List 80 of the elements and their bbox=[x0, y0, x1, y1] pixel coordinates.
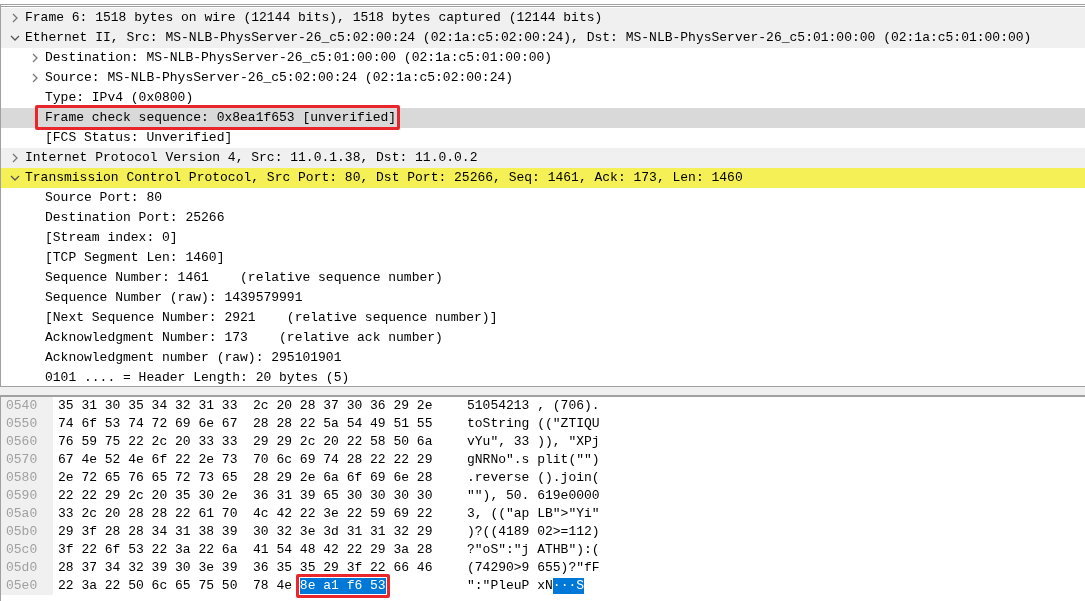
offset-label: 05b0 bbox=[1, 523, 53, 541]
tree-row[interactable]: [FCS Status: Unverified] bbox=[1, 128, 1085, 148]
ascii-text: gNRNo".s plit("") bbox=[467, 452, 600, 468]
tree-row[interactable]: Source Port: 80 bbox=[1, 188, 1085, 208]
tree-row[interactable]: Transmission Control Protocol, Src Port: 80, Dst Port: 25266, Seq: 1461, Ack: 173, Len: 1460 bbox=[1, 168, 1085, 188]
field-text: [FCS Status: Unverified] bbox=[45, 129, 233, 147]
ascii-text: ?"oS":"j ATHB"):( bbox=[467, 542, 600, 558]
offset-label: 0540 bbox=[1, 397, 53, 415]
field-text: Frame 6: 1518 bytes on wire (12144 bits), 1518 bytes captured (12144 bits) bbox=[25, 9, 603, 27]
field-text: Type: IPv4 (0x0800) bbox=[45, 89, 194, 107]
hex-bytes: 67 4e 52 4e 6f 22 2e 73 70 6c 69 74 28 22 22 29 bbox=[58, 452, 433, 468]
field-text: 0101 .... = Header Length: 20 bytes (5) bbox=[45, 369, 350, 387]
chevron-right-icon[interactable] bbox=[10, 153, 20, 163]
tree-row[interactable]: [Next Sequence Number: 2921 (relative sequence number)] bbox=[1, 308, 1085, 328]
ascii-text: (74290>9 655)?"fF bbox=[467, 560, 600, 576]
offset-label: 05c0 bbox=[1, 541, 53, 559]
offset-label: 05d0 bbox=[1, 559, 53, 577]
hex-bytes: 76 59 75 22 2c 20 33 33 29 29 2c 20 22 58 50 6a bbox=[58, 434, 433, 450]
field-text: Transmission Control Protocol, Src Port: 80, Dst Port: 25266, Seq: 1461, Ack: 173, Len: 1460 bbox=[25, 169, 743, 187]
tree-row[interactable]: Type: IPv4 (0x0800) bbox=[1, 88, 1085, 108]
tree-row[interactable]: Acknowledgment number (raw): 295101901 bbox=[1, 348, 1085, 368]
offset-label: 0560 bbox=[1, 433, 53, 451]
hex-bytes: 29 3f 28 28 34 31 38 39 30 32 3e 3d 31 31 32 29 bbox=[58, 524, 433, 540]
field-text: Acknowledgment Number: 173 (relative ack number) bbox=[45, 329, 443, 347]
ascii-text: .reverse ().join( bbox=[467, 470, 600, 486]
hex-bytes: 33 2c 20 28 28 22 61 70 4c 42 22 3e 22 59 69 22 bbox=[58, 506, 433, 522]
ascii-text: 51054213 , (706). bbox=[467, 398, 600, 414]
hex-bytes: 22 22 29 2c 20 35 30 2e 36 31 39 65 30 30 30 30 bbox=[58, 488, 433, 504]
field-text: Frame check sequence: 0x8ea1f653 [unverified] bbox=[45, 109, 397, 127]
ascii-text: ···S bbox=[552, 578, 585, 594]
tree-row[interactable]: Source: MS-NLB-PhysServer-26_c5:02:00:24 (02:1a:c5:02:00:24) bbox=[1, 68, 1085, 88]
offset-label: 0590 bbox=[1, 487, 53, 505]
field-text: Sequence Number (raw): 1439579991 bbox=[45, 289, 303, 307]
ascii-text: 3, (("ap LB">"Yi" bbox=[467, 506, 600, 522]
chevron-down-icon[interactable] bbox=[10, 33, 20, 43]
chevron-right-icon[interactable] bbox=[10, 13, 20, 23]
ascii-text: ""), 50. 619e0000 bbox=[467, 488, 600, 504]
tree-row[interactable]: Frame check sequence: 0x8ea1f653 [unverified] bbox=[1, 108, 1085, 128]
tree-row[interactable]: Sequence Number (raw): 1439579991 bbox=[1, 288, 1085, 308]
tree-row[interactable]: Destination: MS-NLB-PhysServer-26_c5:01:00:00 (02:1a:c5:01:00:00) bbox=[1, 48, 1085, 68]
field-text: [Next Sequence Number: 2921 (relative sequence number)] bbox=[45, 309, 498, 327]
field-text: Internet Protocol Version 4, Src: 11.0.1.38, Dst: 11.0.0.2 bbox=[25, 149, 478, 167]
tree-row[interactable]: Internet Protocol Version 4, Src: 11.0.1.38, Dst: 11.0.0.2 bbox=[1, 148, 1085, 168]
ascii-text: ":"PleuP xN bbox=[467, 578, 553, 594]
tree-row[interactable]: Sequence Number: 1461 (relative sequence number) bbox=[1, 268, 1085, 288]
ascii-text: toString (("ZTIQU bbox=[467, 416, 600, 432]
field-text: Acknowledgment number (raw): 295101901 bbox=[45, 349, 342, 367]
pane-splitter[interactable] bbox=[0, 386, 1085, 397]
tree-row[interactable]: [TCP Segment Len: 1460] bbox=[1, 248, 1085, 268]
hex-bytes: 3f 22 6f 53 22 3a 22 6a 41 54 48 42 22 29 3a 28 bbox=[58, 542, 433, 558]
field-text: Destination Port: 25266 bbox=[45, 209, 225, 227]
offset-label: 0550 bbox=[1, 415, 53, 433]
offset-label: 0570 bbox=[1, 451, 53, 469]
offset-label: 05a0 bbox=[1, 505, 53, 523]
hex-bytes: 22 3a 22 50 6c 65 75 50 78 4e bbox=[58, 578, 294, 594]
field-text: [Stream index: 0] bbox=[45, 229, 178, 247]
offset-label: 05e0 bbox=[1, 577, 53, 595]
hex-bytes: 35 31 30 35 34 32 31 33 2c 20 28 37 30 36 29 2e bbox=[58, 398, 433, 414]
chevron-right-icon[interactable] bbox=[30, 73, 40, 83]
field-text: Sequence Number: 1461 (relative sequence number) bbox=[45, 269, 443, 287]
hex-bytes: 28 37 34 32 39 30 3e 39 36 35 35 29 3f 22 66 46 bbox=[58, 560, 433, 576]
tree-row[interactable]: Destination Port: 25266 bbox=[1, 208, 1085, 228]
field-text: [TCP Segment Len: 1460] bbox=[45, 249, 225, 267]
field-text: Source Port: 80 bbox=[45, 189, 163, 207]
tree-row[interactable]: [Stream index: 0] bbox=[1, 228, 1085, 248]
hex-bytes: 74 6f 53 74 72 69 6e 67 28 28 22 5a 54 49 51 55 bbox=[58, 416, 433, 432]
field-text: Source: MS-NLB-PhysServer-26_c5:02:00:24 (02:1a:c5:02:00:24) bbox=[45, 69, 514, 87]
field-text: Ethernet II, Src: MS-NLB-PhysServer-26_c5:02:00:24 (02:1a:c5:02:00:24), Dst: MS-NLB-PhysServer-26_c5:01:00:00 (02:1a:c5:01:00:00) bbox=[25, 29, 1032, 47]
tree-row[interactable]: Acknowledgment Number: 173 (relative ack number) bbox=[1, 328, 1085, 348]
tree-row[interactable]: Ethernet II, Src: MS-NLB-PhysServer-26_c5:02:00:24 (02:1a:c5:02:00:24), Dst: MS-NLB-PhysServer-26_c5:01:00:00 (02:1a:c5:01:00:00) bbox=[1, 28, 1085, 48]
ascii-text: )?((4189 02>=112) bbox=[467, 524, 600, 540]
chevron-down-icon[interactable] bbox=[10, 173, 20, 183]
tree-row[interactable]: 0101 .... = Header Length: 20 bytes (5) bbox=[1, 368, 1085, 388]
field-text: Destination: MS-NLB-PhysServer-26_c5:01:00:00 (02:1a:c5:01:00:00) bbox=[45, 49, 553, 67]
chevron-right-icon[interactable] bbox=[30, 53, 40, 63]
ascii-text: vYu", 33 )), "XPj bbox=[467, 434, 600, 450]
hex-bytes: 2e 72 65 76 65 72 73 65 28 29 2e 6a 6f 69 6e 28 bbox=[58, 470, 433, 486]
tree-row[interactable]: Frame 6: 1518 bytes on wire (12144 bits), 1518 bytes captured (12144 bits) bbox=[1, 8, 1085, 28]
offset-label: 0580 bbox=[1, 469, 53, 487]
hex-bytes: 8e a1 f6 53 bbox=[299, 578, 386, 594]
